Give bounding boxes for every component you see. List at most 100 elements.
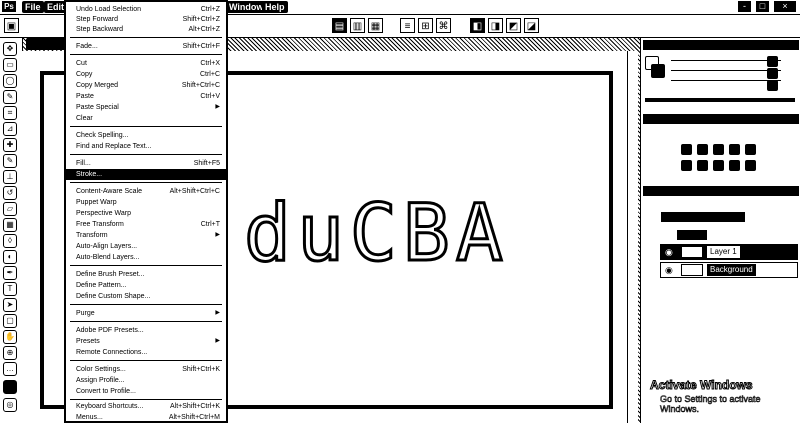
menu-remote-connections[interactable]: Remote Connections...	[66, 348, 226, 357]
quick-mask-icon[interactable]: ◎	[3, 398, 17, 412]
visibility-eye-icon[interactable]: ◉	[665, 247, 673, 257]
tool-preset-icon[interactable]: ▣	[4, 18, 19, 33]
menu-check-spelling[interactable]: Check Spelling...	[66, 131, 226, 140]
auto-select-icon[interactable]: ◧	[470, 18, 485, 33]
menu-undo[interactable]: Undo Load Selection Ctrl+Z	[66, 5, 226, 14]
menu-cut[interactable]: Cut Ctrl+X	[66, 59, 226, 68]
channel-mixer-icon[interactable]	[745, 160, 756, 171]
menu-content-aware-scale[interactable]: Content-Aware Scale Alt+Shift+Ctrl+C	[66, 187, 226, 196]
align-left-icon[interactable]: ▤	[332, 18, 347, 33]
menu-file[interactable]: File	[22, 1, 44, 13]
menu-color-settings[interactable]: Color Settings... Shift+Ctrl+K	[66, 365, 226, 374]
color-value-b[interactable]	[767, 80, 778, 91]
layer-select-icon[interactable]: ◩	[506, 18, 521, 33]
color-ramp[interactable]	[645, 98, 795, 102]
menu-perspective-warp[interactable]: Perspective Warp	[66, 209, 226, 218]
adjustments-panel-header[interactable]	[643, 114, 799, 124]
distribute-icon[interactable]: ≡	[400, 18, 415, 33]
dodge-tool-icon[interactable]: ◐	[3, 250, 17, 264]
path-select-tool-icon[interactable]: ➤	[3, 298, 17, 312]
layer-filter-bar[interactable]	[661, 212, 745, 222]
menu-copy-merged[interactable]: Copy Merged Shift+Ctrl+C	[66, 81, 226, 90]
move-tool-icon[interactable]: ✥	[3, 42, 17, 56]
levels-icon[interactable]	[697, 144, 708, 155]
menu-puppet-warp[interactable]: Puppet Warp	[66, 198, 226, 207]
menu-stroke[interactable]: Stroke...	[65, 169, 227, 180]
color-slider-r[interactable]	[671, 60, 781, 61]
layers-panel-tabs[interactable]	[643, 186, 799, 196]
blur-tool-icon[interactable]: ◊	[3, 234, 17, 248]
menu-free-transform[interactable]: Free Transform Ctrl+T	[66, 220, 226, 229]
maximize-button[interactable]: □	[756, 1, 769, 12]
menu-find-replace[interactable]: Find and Replace Text...	[66, 142, 226, 151]
menu-transform[interactable]: Transform ▶	[66, 231, 226, 240]
eraser-tool-icon[interactable]: ▱	[3, 202, 17, 216]
show-controls-icon[interactable]: ◨	[488, 18, 503, 33]
close-button[interactable]: ×	[774, 1, 796, 12]
color-value-g[interactable]	[767, 68, 778, 79]
pen-tool-icon[interactable]: ✒	[3, 266, 17, 280]
history-brush-tool-icon[interactable]: ↺	[3, 186, 17, 200]
menu-help[interactable]: Help	[262, 1, 288, 13]
color-slider-g[interactable]	[671, 70, 781, 71]
hand-tool-icon[interactable]: ✋	[3, 330, 17, 344]
quick-select-tool-icon[interactable]: ✎	[3, 90, 17, 104]
menu-auto-blend-layers[interactable]: Auto-Blend Layers...	[66, 253, 226, 262]
vertical-scrollbar[interactable]	[627, 51, 638, 423]
lasso-tool-icon[interactable]: ◯	[3, 74, 17, 88]
menu-paste-special[interactable]: Paste Special ▶	[66, 103, 226, 112]
menu-paste[interactable]: Paste Ctrl+V	[66, 92, 226, 101]
menu-clear[interactable]: Clear	[66, 114, 226, 123]
black-white-icon[interactable]	[713, 160, 724, 171]
menu-presets[interactable]: Presets ▶	[66, 337, 226, 346]
color-slider-b[interactable]	[671, 80, 781, 81]
menu-keyboard-shortcuts[interactable]: Keyboard Shortcuts... Alt+Shift+Ctrl+K	[66, 402, 226, 411]
visibility-eye-icon[interactable]: ◉	[665, 265, 673, 275]
menu-copy[interactable]: Copy Ctrl+C	[66, 70, 226, 79]
layer-row[interactable]: ◉ Layer 1	[660, 244, 798, 260]
menu-step-forward[interactable]: Step Forward Shift+Ctrl+Z	[66, 15, 226, 24]
color-balance-icon[interactable]	[697, 160, 708, 171]
gradient-tool-icon[interactable]: ▦	[3, 218, 17, 232]
menu-fill[interactable]: Fill... Shift+F5	[66, 159, 226, 168]
align-center-icon[interactable]: ▥	[350, 18, 365, 33]
foreground-color-swatch[interactable]	[3, 380, 17, 394]
warp-icon[interactable]: ⌘	[436, 18, 451, 33]
menu-fade[interactable]: Fade... Shift+Ctrl+F	[66, 42, 226, 51]
color-value-r[interactable]	[767, 56, 778, 67]
background-swatch-icon[interactable]	[651, 64, 665, 78]
menu-convert-to-profile[interactable]: Convert to Profile...	[66, 387, 226, 396]
blend-mode-select[interactable]	[677, 230, 707, 240]
photo-filter-icon[interactable]	[729, 160, 740, 171]
type-tool-icon[interactable]: T	[3, 282, 17, 296]
eyedropper-tool-icon[interactable]: ⊿	[3, 122, 17, 136]
more-tools-icon[interactable]: …	[3, 362, 17, 376]
curves-icon[interactable]	[713, 144, 724, 155]
shape-tool-icon[interactable]: ▢	[3, 314, 17, 328]
zoom-tool-icon[interactable]: ⊕	[3, 346, 17, 360]
transform-icon[interactable]: ⊞	[418, 18, 433, 33]
exposure-icon[interactable]	[729, 144, 740, 155]
brightness-contrast-icon[interactable]	[681, 144, 692, 155]
menu-define-brush-preset[interactable]: Define Brush Preset...	[66, 270, 226, 279]
menu-step-backward[interactable]: Step Backward Alt+Ctrl+Z	[66, 25, 226, 34]
arrange-icon[interactable]: ◪	[524, 18, 539, 33]
clone-stamp-tool-icon[interactable]: ⊥	[3, 170, 17, 184]
menu-define-pattern[interactable]: Define Pattern...	[66, 281, 226, 290]
layer-row[interactable]: ◉ Background	[660, 262, 798, 278]
marquee-tool-icon[interactable]: ▭	[3, 58, 17, 72]
brush-tool-icon[interactable]: ✎	[3, 154, 17, 168]
vibrance-icon[interactable]	[745, 144, 756, 155]
align-right-icon[interactable]: ▦	[368, 18, 383, 33]
menu-auto-align-layers[interactable]: Auto-Align Layers...	[66, 242, 226, 251]
minimize-button[interactable]: -	[738, 1, 751, 12]
color-panel-header[interactable]	[643, 40, 799, 50]
menu-assign-profile[interactable]: Assign Profile...	[66, 376, 226, 385]
crop-tool-icon[interactable]: ⌗	[3, 106, 17, 120]
menu-menus[interactable]: Menus... Alt+Shift+Ctrl+M	[66, 413, 226, 422]
menu-adobe-pdf-presets[interactable]: Adobe PDF Presets...	[66, 326, 226, 335]
menu-purge[interactable]: Purge ▶	[66, 309, 226, 318]
hue-saturation-icon[interactable]	[681, 160, 692, 171]
healing-brush-tool-icon[interactable]: ✚	[3, 138, 17, 152]
menu-define-custom-shape[interactable]: Define Custom Shape...	[66, 292, 226, 301]
